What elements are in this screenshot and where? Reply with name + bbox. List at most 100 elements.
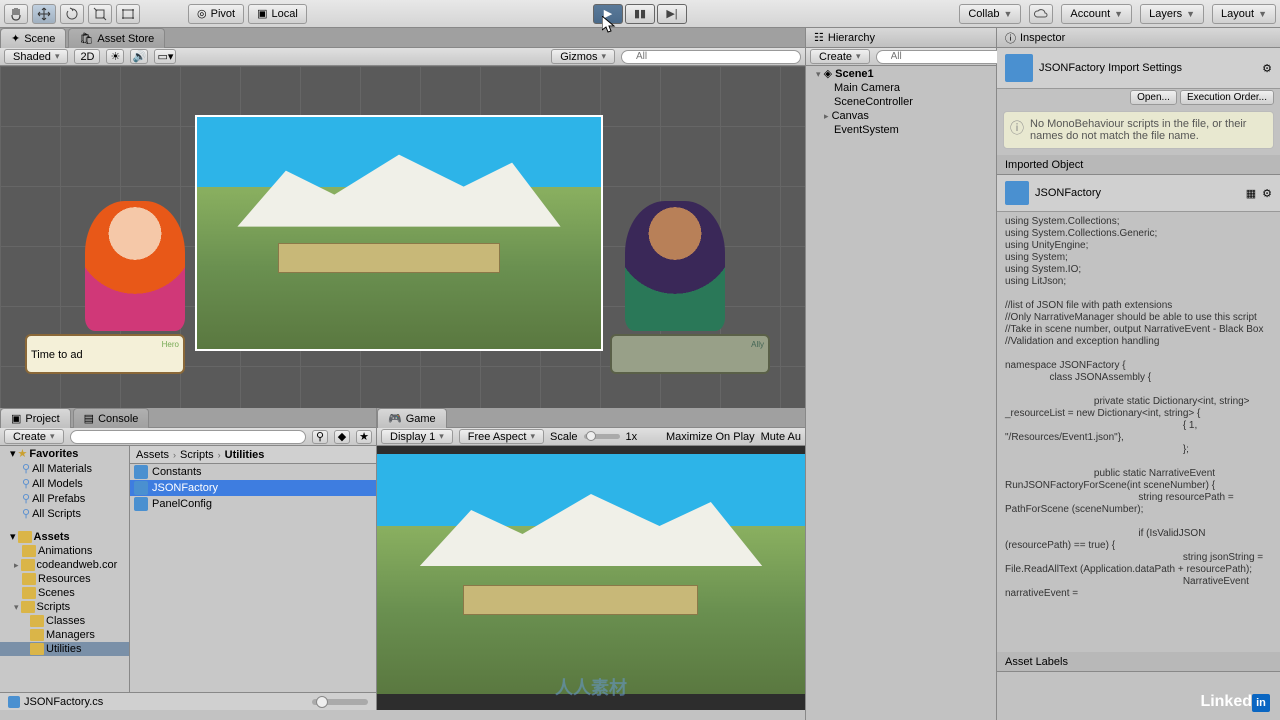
folder-utilities[interactable]: Utilities (0, 642, 129, 656)
watermark-text: 人人素材 (555, 674, 627, 700)
shading-mode[interactable]: Shaded▾ (4, 49, 68, 64)
pause-button[interactable]: ▮▮ (625, 4, 655, 24)
mute-toggle[interactable]: Mute Au (761, 431, 801, 443)
tab-game[interactable]: 🎮Game (377, 408, 447, 428)
project-breadcrumb: Assets› Scripts› Utilities (130, 446, 376, 464)
file-jsonfactory[interactable]: JSONFactory (130, 480, 376, 496)
folder-scripts[interactable]: ▾Scripts (0, 600, 129, 614)
fx-toggle[interactable]: ▭▾ (154, 49, 176, 64)
step-button[interactable]: ▶| (657, 4, 687, 24)
tab-scene[interactable]: ✦Scene (0, 28, 66, 48)
asset-labels-header[interactable]: Asset Labels (997, 652, 1280, 672)
h-canvas[interactable]: ▸ Canvas (806, 109, 996, 123)
play-button[interactable]: ▶ (593, 4, 623, 24)
ally-character (625, 201, 725, 331)
scene-view[interactable]: Hero Time to ad Ally (0, 66, 805, 408)
folder-icon (21, 559, 35, 571)
display-dropdown[interactable]: Display 1▾ (381, 429, 453, 444)
cs-icon (1005, 181, 1029, 205)
favorites-folder[interactable]: ▾★Favorites (0, 446, 129, 461)
pivot-toggle[interactable]: ◎Pivot (188, 4, 244, 24)
filter-icon[interactable]: ⚲ (312, 430, 328, 444)
project-content[interactable]: Assets› Scripts› Utilities Constants JSO… (130, 446, 376, 692)
component-icon[interactable]: ▦ (1246, 187, 1256, 200)
scene-icon: ✦ (11, 32, 20, 45)
type-filter-icon[interactable]: ◆ (334, 430, 350, 444)
cloud-button[interactable] (1029, 4, 1053, 24)
move-tool[interactable] (32, 4, 56, 24)
file-constants[interactable]: Constants (130, 464, 376, 480)
maximize-toggle[interactable]: Maximize On Play (666, 431, 755, 443)
project-create[interactable]: Create▾ (4, 429, 64, 444)
rect-tool[interactable] (116, 4, 140, 24)
collab-dropdown[interactable]: Collab▼ (959, 4, 1021, 24)
game-icon: 🎮 (388, 412, 402, 425)
inspector-header: JSONFactory Import Settings ⚙ (997, 48, 1280, 89)
gear-icon[interactable]: ⚙ (1262, 187, 1272, 200)
inspector-panel: ⓘInspector JSONFactory Import Settings ⚙… (997, 28, 1280, 720)
lighting-toggle[interactable]: ☀ (106, 49, 124, 64)
game-render (377, 454, 805, 694)
open-button[interactable]: Open... (1130, 90, 1177, 105)
scene-tab-row: ✦Scene 🛍Asset Store (0, 28, 805, 48)
assets-folder[interactable]: ▾Assets (0, 529, 129, 544)
cs-icon (8, 696, 20, 708)
tab-project[interactable]: ▣Project (0, 408, 71, 428)
cs-icon (134, 497, 148, 511)
scene-search[interactable] (621, 50, 801, 64)
project-search[interactable] (70, 430, 306, 444)
code-preview: using System.Collections; using System.C… (997, 212, 1280, 652)
folder-classes[interactable]: Classes (0, 614, 129, 628)
cs-icon (1005, 54, 1033, 82)
folder-icon (30, 643, 44, 655)
ally-name-label: Ally (616, 340, 764, 349)
account-dropdown[interactable]: Account▼ (1061, 4, 1132, 24)
folder-icon (22, 573, 36, 585)
canvas-gizmo[interactable] (195, 115, 603, 351)
folder-resources[interactable]: Resources (0, 572, 129, 586)
layout-dropdown[interactable]: Layout▼ (1212, 4, 1276, 24)
inspector-title: Inspector (1020, 32, 1065, 44)
project-tree[interactable]: ▾★Favorites ⚲All Materials ⚲All Models ⚲… (0, 446, 130, 692)
rotate-tool[interactable] (60, 4, 84, 24)
folder-managers[interactable]: Managers (0, 628, 129, 642)
scale-slider[interactable] (584, 434, 620, 439)
local-toggle[interactable]: ▣Local (248, 4, 307, 24)
aspect-dropdown[interactable]: Free Aspect▾ (459, 429, 544, 444)
audio-toggle[interactable]: 🔊 (130, 49, 148, 64)
bc-assets[interactable]: Assets (136, 449, 169, 461)
gear-icon[interactable]: ⚙ (1262, 62, 1272, 75)
scale-tool[interactable] (88, 4, 112, 24)
hero-line: Time to ad (31, 349, 179, 361)
hierarchy-title: Hierarchy (828, 32, 875, 44)
folder-scenes[interactable]: Scenes (0, 586, 129, 600)
bc-utilities[interactable]: Utilities (225, 449, 265, 461)
execution-order-button[interactable]: Execution Order... (1180, 90, 1274, 105)
bc-scripts[interactable]: Scripts (180, 449, 214, 461)
scale-value: 1x (626, 431, 638, 443)
fav-all-prefabs[interactable]: ⚲All Prefabs (0, 491, 129, 506)
mode-2d[interactable]: 2D (74, 49, 100, 64)
fav-all-scripts[interactable]: ⚲All Scripts (0, 506, 129, 521)
scene-root[interactable]: ▾ ◈ Scene1 (806, 66, 996, 81)
game-view[interactable]: 人人素材 (377, 446, 805, 710)
folder-icon (30, 629, 44, 641)
h-scene-controller[interactable]: SceneController (806, 95, 996, 109)
hand-tool[interactable] (4, 4, 28, 24)
save-search-icon[interactable]: ★ (356, 430, 372, 444)
h-eventsystem[interactable]: EventSystem (806, 123, 996, 137)
fav-all-materials[interactable]: ⚲All Materials (0, 461, 129, 476)
h-main-camera[interactable]: Main Camera (806, 81, 996, 95)
folder-codeandweb[interactable]: ▸codeandweb.cor (0, 558, 129, 572)
gizmos-dropdown[interactable]: Gizmos▾ (551, 49, 615, 64)
folder-animations[interactable]: Animations (0, 544, 129, 558)
layers-dropdown[interactable]: Layers▼ (1140, 4, 1204, 24)
file-panelconfig[interactable]: PanelConfig (130, 496, 376, 512)
folder-icon (22, 545, 36, 557)
hierarchy-create[interactable]: Create▾ (810, 49, 870, 64)
icon-size-slider[interactable] (312, 699, 368, 705)
fav-all-models[interactable]: ⚲All Models (0, 476, 129, 491)
ally-textbox: Ally (610, 334, 770, 374)
tab-console[interactable]: ▤Console (73, 408, 150, 428)
tab-asset-store[interactable]: 🛍Asset Store (68, 28, 165, 48)
